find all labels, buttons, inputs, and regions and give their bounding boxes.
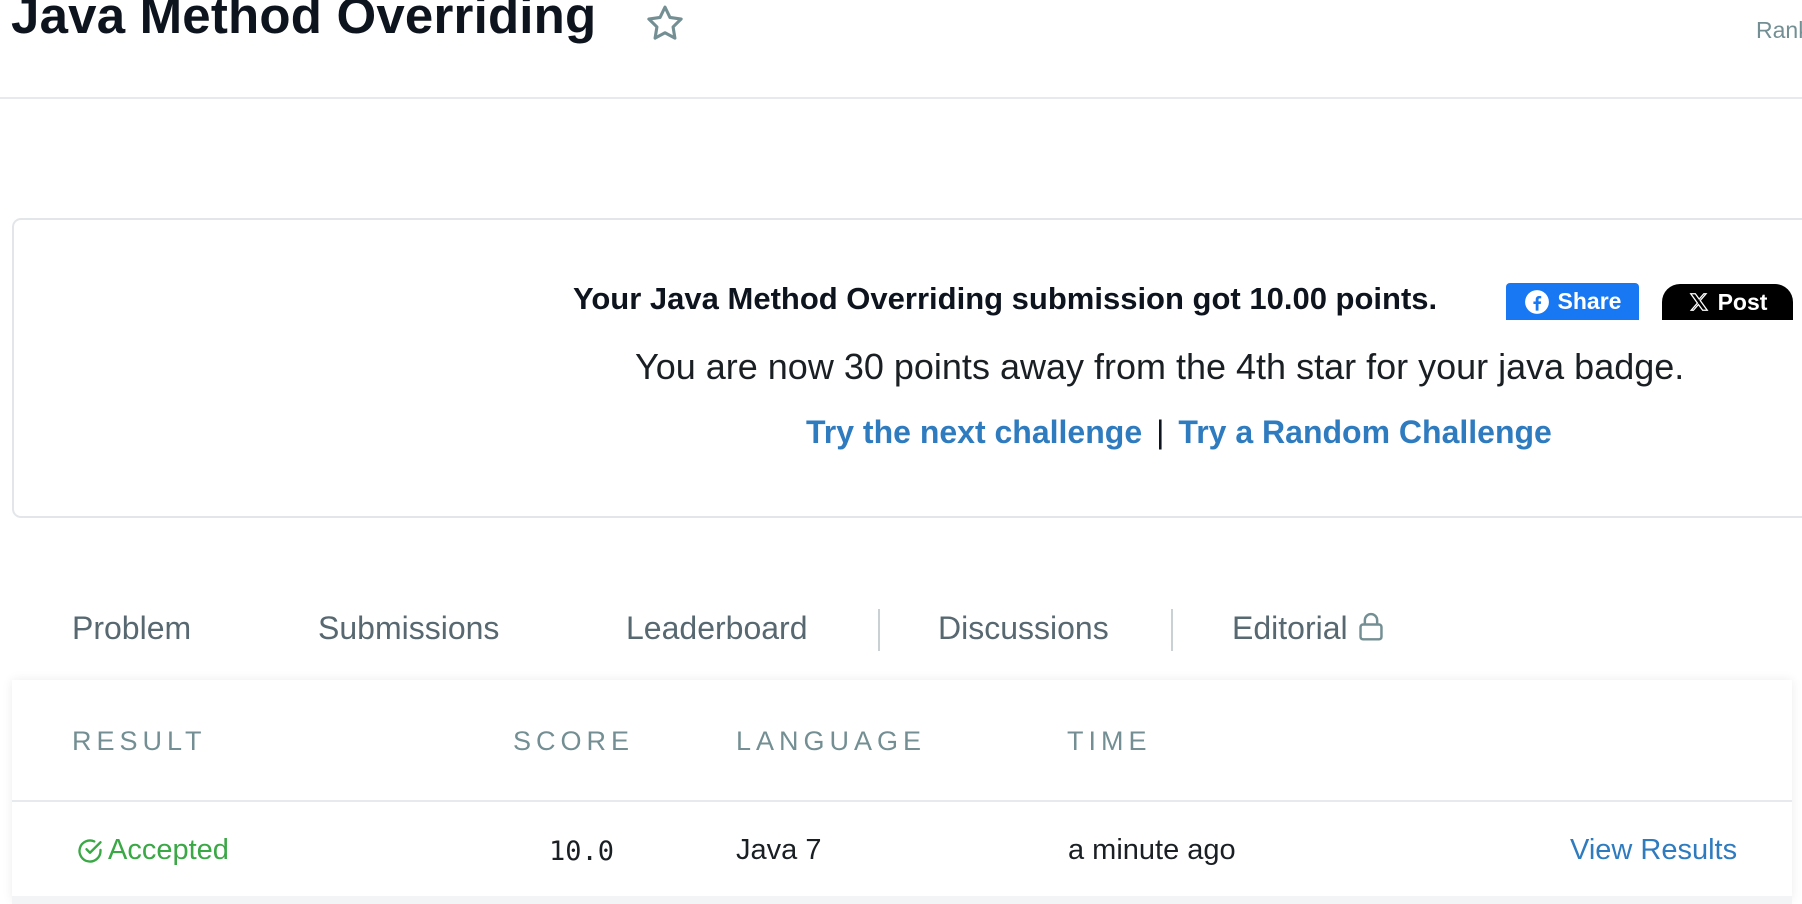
facebook-share-label: Share <box>1557 288 1622 314</box>
lock-icon <box>1358 612 1383 641</box>
facebook-icon <box>1524 289 1549 314</box>
tab-editorial-label: Editorial <box>1232 610 1348 646</box>
submission-message: Your Java Method Overriding submission g… <box>573 281 1438 316</box>
table-bottom-edge <box>12 896 1792 904</box>
status-badge: Accepted <box>76 834 229 867</box>
view-results-link[interactable]: View Results <box>1570 834 1737 867</box>
time-value: a minute ago <box>1068 834 1236 866</box>
random-challenge-link[interactable]: Try a Random Challenge <box>1178 414 1551 450</box>
page: Java Method Overriding Rank Your Java Me… <box>0 0 1802 904</box>
star-icon[interactable] <box>643 2 687 46</box>
x-post-label: Post <box>1717 288 1768 315</box>
check-circle-icon <box>78 838 102 863</box>
x-logo-icon <box>1689 293 1709 311</box>
rank-label: Rank <box>1756 17 1802 43</box>
link-separator: | <box>1156 414 1165 450</box>
tab-divider <box>1171 609 1173 651</box>
column-header-time: TIME <box>1067 726 1152 756</box>
badge-progress-message: You are now 30 points away from the 4th … <box>635 346 1685 387</box>
facebook-share-button[interactable]: Share <box>1506 283 1639 320</box>
tab-problem[interactable]: Problem <box>72 610 191 647</box>
tab-leaderboard[interactable]: Leaderboard <box>626 610 807 647</box>
challenge-links: Try the next challenge | Try a Random Chal… <box>806 414 1552 451</box>
result-label: Accepted <box>108 834 229 866</box>
column-header-language: LANGUAGE <box>736 726 927 756</box>
column-header-result: RESULT <box>72 726 207 756</box>
challenge-header: Java Method Overriding Rank <box>0 0 1802 99</box>
language-value: Java 7 <box>736 834 822 866</box>
page-title: Java Method Overriding <box>11 0 597 44</box>
score-value: 10.0 <box>549 836 615 867</box>
tab-divider <box>878 609 880 651</box>
x-post-button[interactable]: Post <box>1662 284 1793 320</box>
column-header-score: SCORE <box>513 726 635 756</box>
tab-editorial[interactable]: Editorial <box>1232 610 1386 647</box>
tab-discussions[interactable]: Discussions <box>938 610 1109 647</box>
table-row-divider <box>12 800 1792 802</box>
next-challenge-link[interactable]: Try the next challenge <box>806 414 1142 450</box>
submissions-table <box>12 680 1792 900</box>
tab-submissions[interactable]: Submissions <box>318 610 499 647</box>
